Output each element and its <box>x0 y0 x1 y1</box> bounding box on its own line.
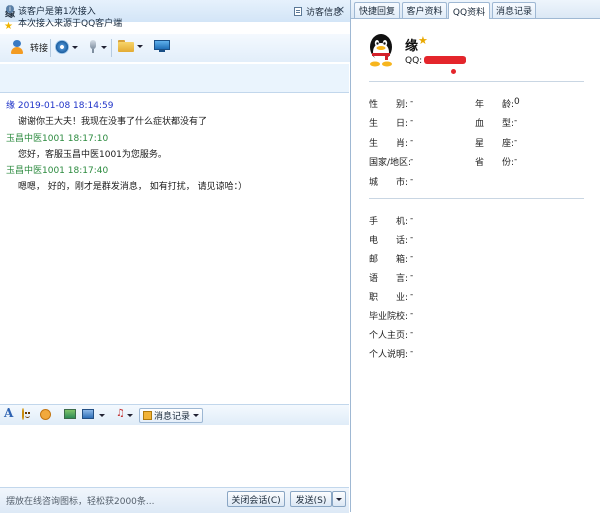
message-text: 嗯嗯， 好的，刚才是群发消息， 如有打扰， 请见谅哈：） <box>18 182 248 192</box>
bottom-bar: 摆放在线咨询图标，轻松获2000条... 关闭会话(C) 发送(S) <box>0 487 349 513</box>
send-button[interactable]: 发送(S) <box>290 491 332 507</box>
microphone-icon <box>88 40 98 54</box>
profile-field-label: 国家/地区: <box>369 158 412 168</box>
tab-quick-reply[interactable]: 快捷回复 <box>354 2 400 18</box>
remote-assist-button[interactable] <box>154 40 170 53</box>
chevron-down-icon[interactable] <box>137 44 143 48</box>
monitor-icon <box>154 40 170 53</box>
profile-field-label: 生 肖: <box>369 139 409 149</box>
profile-field-value: - <box>410 271 414 281</box>
profile-field-value: - <box>410 328 414 338</box>
profile-field-value: - <box>514 116 518 126</box>
toolbar-divider <box>50 39 51 57</box>
profile-field-label: 语 言: <box>369 274 409 284</box>
profile-field-label: 邮 箱: <box>369 255 409 265</box>
profile-field-label: 手 机: <box>369 217 409 227</box>
profile-field-label: 城 市: <box>369 178 409 188</box>
profile-tabs: 快捷回复 客户资料 QQ资料 消息记录 <box>351 0 600 19</box>
profile-field-value: - <box>410 136 414 146</box>
notice-source: 本次接入来源于QQ客户端 <box>18 19 123 29</box>
profile-field-label: 性 别: <box>369 100 409 110</box>
tab-customer-info[interactable]: 客户资料 <box>402 2 447 18</box>
input-toolbar: A ♫ 消息记录 <box>0 404 349 426</box>
profile-field-value: - <box>410 252 414 262</box>
chevron-down-icon[interactable] <box>127 414 133 417</box>
profile-field-value: - <box>410 116 414 126</box>
profile-field-label: 个人说明: <box>369 350 409 360</box>
profile-field-value: - <box>410 97 414 107</box>
toolbar-divider <box>111 39 112 57</box>
font-icon[interactable]: A <box>4 406 13 420</box>
profile-field-value: - <box>410 233 414 243</box>
profile-field-label: 职 业: <box>369 293 409 303</box>
folder-icon <box>118 40 134 52</box>
message-sender: 缘 2019-01-08 18:14:59 <box>6 101 114 111</box>
tab-message-history[interactable]: 消息记录 <box>492 2 536 18</box>
profile-field-value: - <box>410 214 414 224</box>
message-text: 谢谢你王大夫！我现在没事了什么症状都没有了 <box>18 117 208 127</box>
message-sender: 玉昌中医1001 18:17:40 <box>6 166 109 176</box>
redaction-dot <box>451 69 456 74</box>
qq-penguin-avatar <box>370 34 392 67</box>
profile-field-label: 电 话: <box>369 236 409 246</box>
profile-field-label: 生 日: <box>369 119 409 129</box>
redaction-mark <box>424 56 466 64</box>
chat-toolbar: 转接 <box>0 34 350 62</box>
profile-field-label: 省 份: <box>475 158 515 168</box>
screenshot-icon[interactable] <box>82 409 94 419</box>
image-icon[interactable] <box>64 409 76 419</box>
profile-field-value: - <box>514 155 518 165</box>
video-call-button[interactable] <box>55 40 78 54</box>
profile-field-value: - <box>410 290 414 300</box>
visitor-info-button[interactable]: 访客信息 <box>294 5 342 18</box>
voice-call-button[interactable] <box>88 40 107 54</box>
profile-nickname: 缘 <box>405 39 419 54</box>
close-session-button[interactable]: 关闭会话(C) <box>227 491 285 507</box>
vip-star-icon: ★ <box>4 21 13 32</box>
history-icon <box>143 411 152 420</box>
send-options-button[interactable] <box>332 491 346 507</box>
close-icon[interactable]: × <box>336 3 345 16</box>
profile-field-label: 年 龄: <box>475 100 515 110</box>
qq-number-label: QQ: <box>405 56 423 66</box>
chevron-down-icon <box>193 414 200 417</box>
message-history-label: 消息记录 <box>154 412 191 422</box>
message-sender: 玉昌中医1001 18:17:10 <box>6 134 109 144</box>
visit-notice <box>0 64 349 93</box>
profile-field-value: - <box>410 175 414 185</box>
section-divider <box>369 198 584 199</box>
document-icon <box>294 7 302 16</box>
message-input[interactable] <box>0 425 349 487</box>
profile-field-value: - <box>410 347 414 357</box>
transfer-button[interactable]: 转接 <box>10 40 48 54</box>
profile-field-value: 0 <box>514 97 520 107</box>
profile-field-label: 个人主页: <box>369 331 409 341</box>
profile-field-value: - <box>410 309 414 319</box>
profile-field-label: 血 型: <box>475 119 515 129</box>
file-transfer-button[interactable] <box>118 40 143 52</box>
chevron-down-icon[interactable] <box>101 45 107 49</box>
chevron-down-icon[interactable] <box>99 414 105 417</box>
camera-icon <box>55 40 69 54</box>
emoji-icon[interactable] <box>22 408 24 420</box>
profile-field-label: 毕业院校: <box>369 312 409 322</box>
person-transfer-icon <box>10 40 24 54</box>
transfer-label: 转接 <box>30 43 49 54</box>
profile-field-label: 星 座: <box>475 139 515 149</box>
chevron-down-icon <box>336 497 342 501</box>
message-history-button[interactable]: 消息记录 <box>139 408 204 423</box>
vip-star-icon: ★ <box>418 34 428 47</box>
magic-emoji-icon[interactable] <box>40 409 51 420</box>
section-divider <box>369 81 584 82</box>
chevron-down-icon[interactable] <box>72 45 78 49</box>
message-text: 您好，客服玉昌中医1001为您服务。 <box>18 150 167 160</box>
profile-field-value: - <box>514 136 518 146</box>
promo-tip[interactable]: 摆放在线咨询图标，轻松获2000条... <box>6 494 155 507</box>
tab-qq-info[interactable]: QQ资料 <box>448 2 490 19</box>
info-icon: i <box>6 5 14 13</box>
profile-field-value: - <box>410 155 414 165</box>
